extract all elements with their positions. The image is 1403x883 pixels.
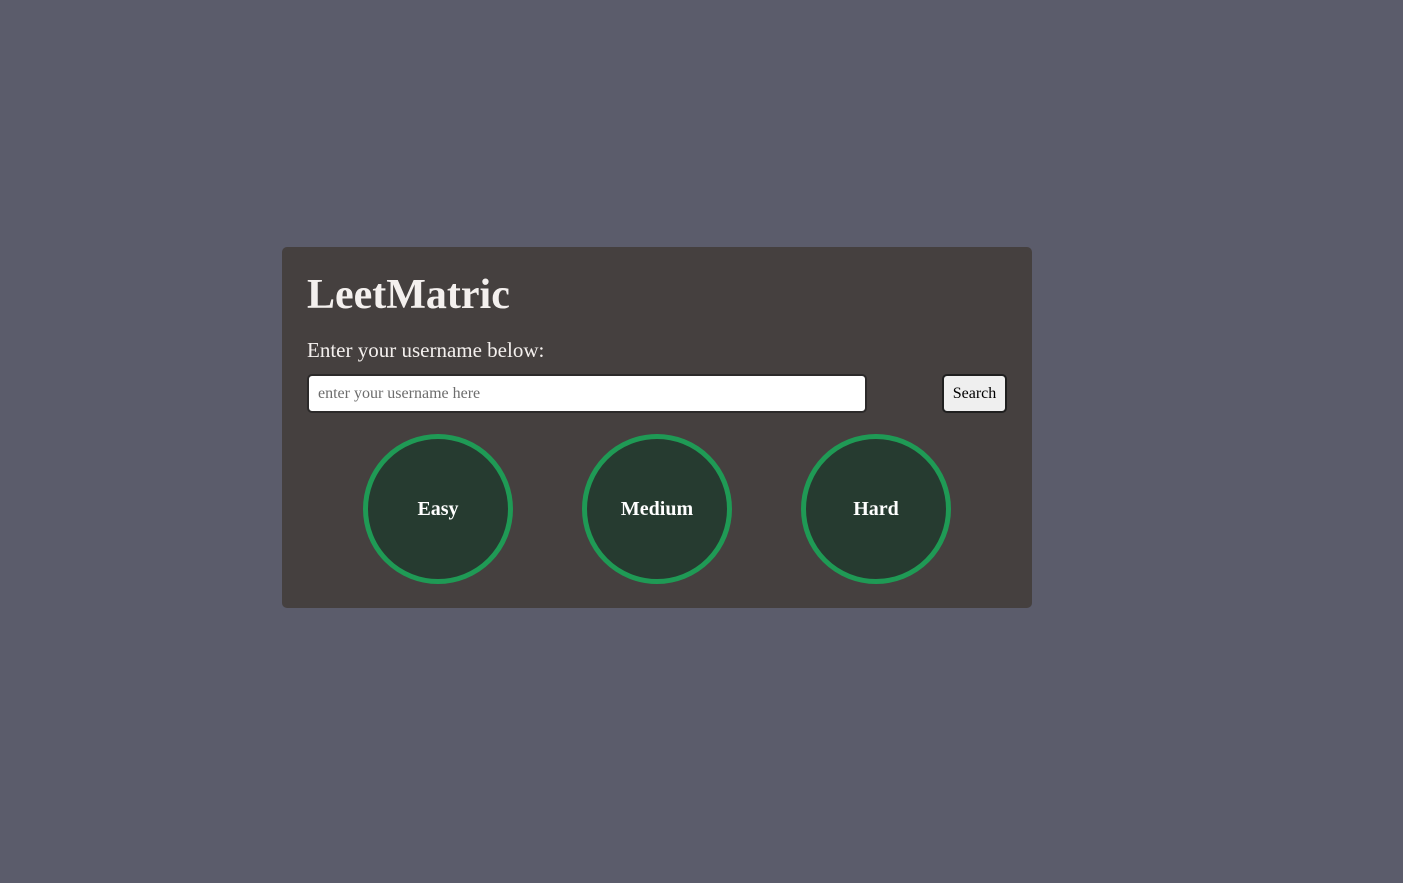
username-prompt: Enter your username below: — [307, 338, 545, 362]
page-title: LeetMatric — [307, 272, 510, 318]
medium-label: Medium — [620, 497, 694, 520]
easy-progress-circle: Easy — [363, 434, 513, 584]
search-button[interactable]: Search — [942, 374, 1007, 413]
username-input[interactable] — [307, 374, 867, 413]
stats-card: LeetMatric Enter your username below: Se… — [282, 247, 1032, 608]
easy-label: Easy — [417, 497, 459, 520]
hard-label: Hard — [853, 497, 899, 520]
hard-progress-circle: Hard — [801, 434, 951, 584]
medium-progress-circle: Medium — [582, 434, 732, 584]
